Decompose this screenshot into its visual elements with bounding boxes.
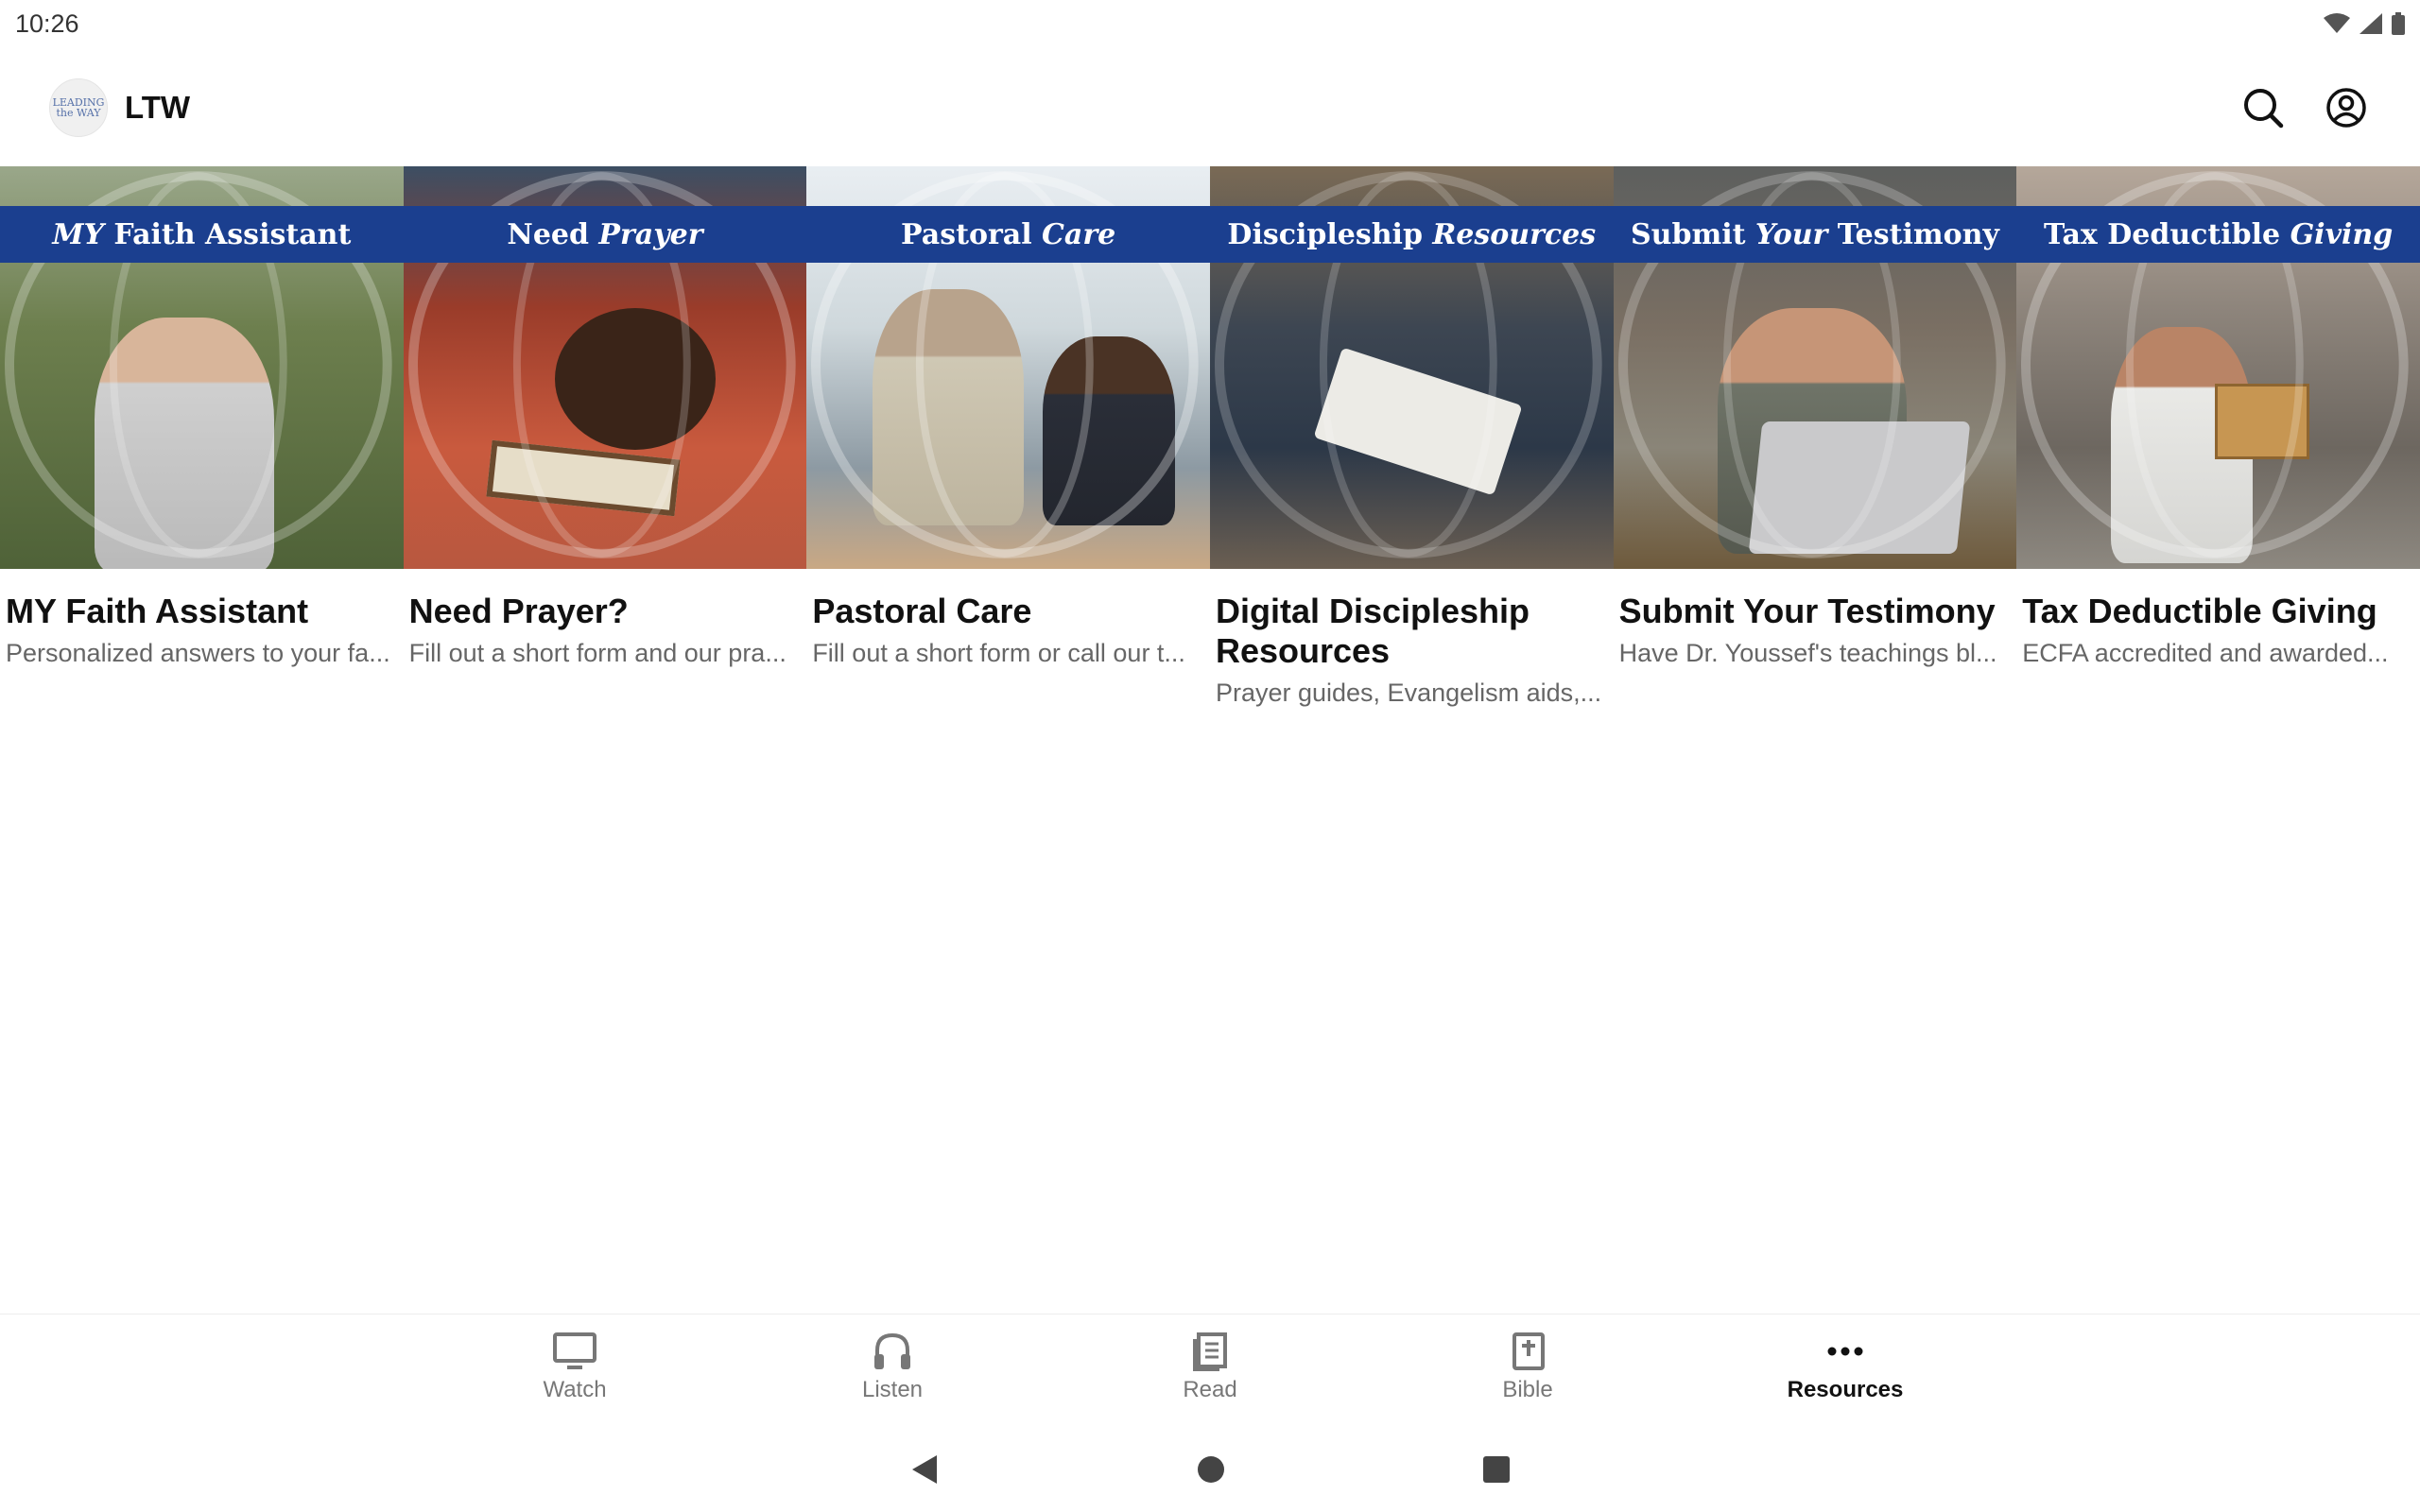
- nav-label: Bible: [1502, 1377, 1553, 1402]
- card-subtitle: Have Dr. Youssef's teachings bl...: [1618, 639, 1997, 667]
- signal-icon: [2360, 13, 2382, 34]
- card-image: Need Prayer: [403, 166, 807, 569]
- banner-plain: Submit: [1631, 217, 1746, 251]
- card-banner: Submit Your Testimony: [1613, 206, 2017, 263]
- app-title: LTW: [125, 90, 191, 125]
- app-header: LEADING the WAY LTW: [0, 57, 2420, 159]
- home-icon[interactable]: [1196, 1454, 1226, 1485]
- more-icon: [1827, 1347, 1863, 1356]
- card-text: Pastoral Care Fill out a short form or c…: [806, 569, 1210, 669]
- card-subtitle: Prayer guides, Evangelism aids,...: [1215, 679, 1602, 707]
- nav-listen[interactable]: Listen: [734, 1314, 1051, 1418]
- card-title: Pastoral Care: [812, 592, 1032, 630]
- nav-resources[interactable]: Resources: [1686, 1314, 2004, 1418]
- bible-icon: [1512, 1332, 1545, 1370]
- banner-italic: Giving: [2290, 217, 2394, 251]
- nav-watch[interactable]: Watch: [416, 1314, 734, 1418]
- card-image: MY Faith Assistant: [0, 166, 404, 569]
- app-logo: LEADING the WAY: [49, 78, 108, 137]
- banner-italic: Prayer: [598, 217, 703, 251]
- wifi-icon: [2324, 13, 2350, 33]
- status-bar: 10:26: [0, 0, 2420, 47]
- card-image: Tax Deductible Giving: [2016, 166, 2420, 569]
- banner-plain: Need: [507, 217, 589, 251]
- card-title: MY Faith Assistant: [6, 592, 309, 630]
- back-icon[interactable]: [908, 1453, 941, 1486]
- card-title: Need Prayer?: [408, 592, 629, 630]
- card-text: Tax Deductible Giving ECFA accredited an…: [2016, 569, 2420, 669]
- banner-plain: Faith Assistant: [113, 217, 352, 251]
- banner-italic: Resources: [1432, 217, 1597, 251]
- card-subtitle: Personalized answers to your fa...: [6, 639, 390, 667]
- account-button[interactable]: [2325, 87, 2367, 129]
- card-title: Tax Deductible Giving: [2022, 592, 2377, 630]
- nav-label: Listen: [861, 1377, 924, 1402]
- brand[interactable]: LEADING the WAY LTW: [49, 78, 190, 137]
- banner-italic: MY: [52, 217, 104, 251]
- bottom-navigation: Watch Listen Read Bible Resources: [0, 1314, 2420, 1418]
- nav-read[interactable]: Read: [1051, 1314, 1369, 1418]
- card-banner: Discipleship Resources: [1209, 206, 1614, 263]
- card-title: Submit Your Testimony: [1618, 592, 1996, 630]
- book-icon: [1193, 1332, 1227, 1371]
- banner-plain: Tax Deductible: [2044, 217, 2281, 251]
- card-image: Submit Your Testimony: [1613, 166, 2017, 569]
- recents-icon[interactable]: [1481, 1454, 1512, 1485]
- tv-icon: [553, 1332, 596, 1369]
- banner-plain: Pastoral: [901, 217, 1032, 251]
- card-banner: Need Prayer: [403, 206, 807, 263]
- card-text: Digital Discipleship Resources Prayer gu…: [1210, 569, 1614, 709]
- card-title: Digital Discipleship Resources: [1215, 592, 1530, 670]
- card-image: Discipleship Resources: [1209, 166, 1614, 569]
- card-text: MY Faith Assistant Personalized answers …: [0, 569, 404, 669]
- status-time: 10:26: [15, 9, 79, 38]
- status-icons: [2324, 12, 2405, 35]
- search-button[interactable]: [2242, 87, 2284, 129]
- card-tax-deductible-giving[interactable]: Tax Deductible Giving Tax Deductible Giv…: [2016, 166, 2420, 709]
- card-banner: Tax Deductible Giving: [2016, 206, 2420, 263]
- card-subtitle: Fill out a short form or call our t...: [812, 639, 1185, 667]
- card-discipleship-resources[interactable]: Discipleship Resources Digital Disciples…: [1209, 166, 1614, 709]
- card-text: Need Prayer? Fill out a short form and o…: [404, 569, 807, 669]
- header-actions: [2242, 87, 2367, 129]
- nav-bible[interactable]: Bible: [1369, 1314, 1686, 1418]
- resources-grid: MY Faith Assistant MY Faith Assistant Pe…: [0, 166, 2420, 709]
- card-subtitle: Fill out a short form and our pra...: [408, 639, 786, 667]
- card-image: Pastoral Care: [806, 166, 1210, 569]
- card-pastoral-care[interactable]: Pastoral Care Pastoral Care Fill out a s…: [806, 166, 1210, 709]
- nav-label: Watch: [543, 1377, 607, 1402]
- nav-label: Read: [1183, 1377, 1237, 1402]
- card-submit-testimony[interactable]: Submit Your Testimony Submit Your Testim…: [1613, 166, 2017, 709]
- card-subtitle: ECFA accredited and awarded...: [2022, 639, 2389, 667]
- banner-italic: Your: [1754, 217, 1828, 251]
- card-text: Submit Your Testimony Have Dr. Youssef's…: [1614, 569, 2017, 669]
- card-faith-assistant[interactable]: MY Faith Assistant MY Faith Assistant Pe…: [0, 166, 404, 709]
- banner-italic: Care: [1042, 217, 1116, 251]
- search-icon: [2244, 89, 2284, 129]
- logo-text: LEADING the WAY: [52, 96, 105, 119]
- headphones-icon: [874, 1332, 910, 1369]
- nav-label: Resources: [1787, 1377, 1904, 1402]
- battery-icon: [2392, 12, 2405, 35]
- banner-plain: Testimony: [1837, 217, 1999, 251]
- card-need-prayer[interactable]: Need Prayer Need Prayer? Fill out a shor…: [403, 166, 807, 709]
- banner-plain: Discipleship: [1227, 217, 1423, 251]
- system-navigation: [0, 1427, 2420, 1512]
- card-banner: Pastoral Care: [806, 206, 1210, 263]
- card-banner: MY Faith Assistant: [0, 206, 404, 263]
- account-icon: [2326, 88, 2366, 128]
